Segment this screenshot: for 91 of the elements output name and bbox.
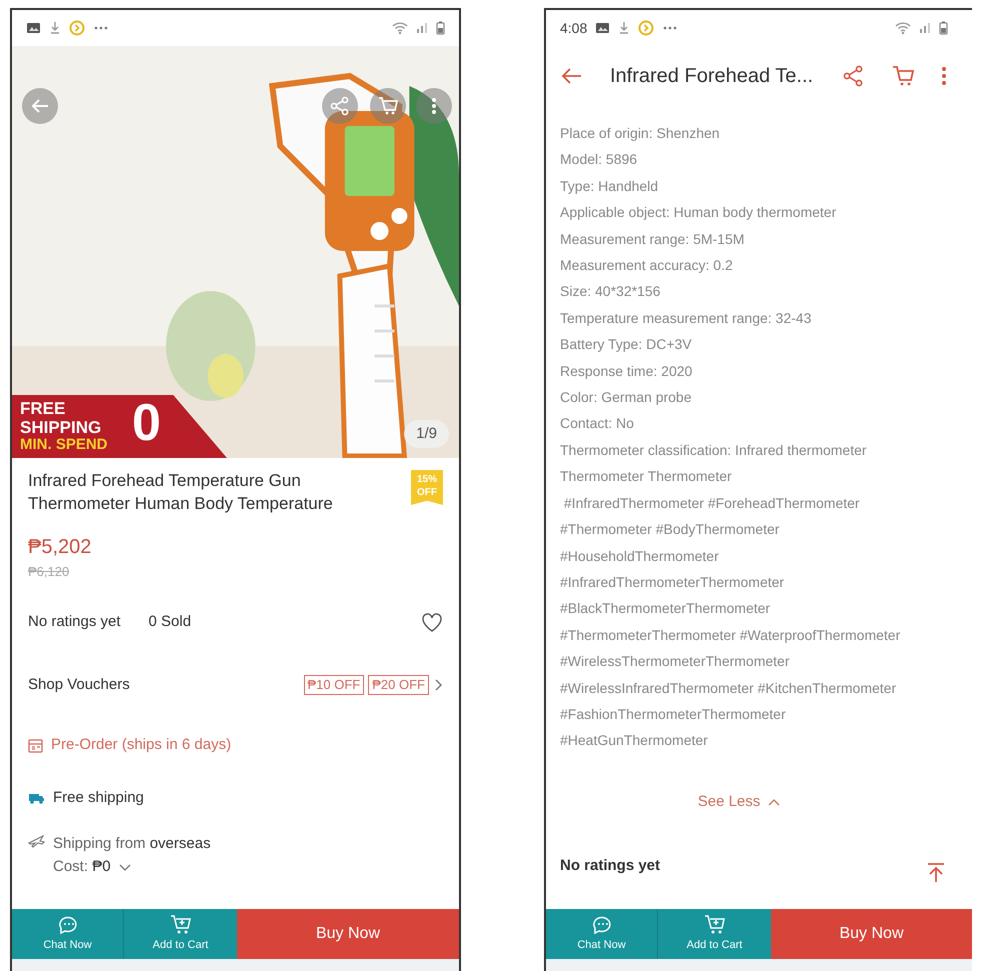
airplane-icon — [28, 833, 45, 848]
wifi-icon — [895, 21, 911, 35]
sold-count: 0 Sold — [148, 612, 192, 632]
buy-now-button[interactable]: Buy Now — [771, 909, 972, 959]
chat-icon — [590, 914, 612, 936]
spec-line: Contact: No — [560, 414, 635, 434]
signal-icon — [919, 21, 931, 35]
spec-line: #HouseholdThermometer — [560, 546, 720, 566]
spec-line: Color: German probe — [560, 388, 693, 408]
spec-line: #InfraredThermometer #ForeheadThermometer — [562, 494, 861, 513]
buy-now-button[interactable]: Buy Now — [237, 909, 459, 959]
play-circle-icon — [69, 20, 85, 36]
spec-line: #InfraredThermometerThermometer — [560, 572, 786, 592]
spec-line: Applicable object: Human body thermometer — [560, 203, 838, 222]
cart-icon — [378, 96, 398, 116]
spec-line: #BlackThermometerThermometer — [560, 599, 772, 618]
more-icon — [942, 67, 946, 85]
heart-icon — [421, 612, 443, 634]
download-icon — [618, 21, 630, 35]
discount-badge: 15% OFF — [411, 470, 443, 505]
spec-line: #HeatGunThermometer — [560, 731, 709, 750]
product-title: Infrared Forehead Temperature Gun Thermometer Human Body Temperature — [28, 470, 334, 515]
arrow-up-icon — [926, 862, 946, 884]
wifi-icon — [392, 21, 408, 35]
share-button[interactable] — [842, 65, 864, 87]
banner-text: FREE — [20, 400, 66, 417]
spec-line: Place of origin: Shenzhen — [560, 124, 721, 143]
cart-button[interactable] — [370, 88, 406, 124]
page-title: Infrared Forehead Te... — [609, 64, 814, 89]
spec-line: Thermometer classification: Infrared thermometer — [560, 440, 868, 460]
shop-vouchers-label: Shop Vouchers — [28, 674, 131, 695]
share-button[interactable] — [322, 88, 358, 124]
chevron-down-icon — [118, 862, 131, 872]
spec-line: Response time: 2020 — [560, 362, 694, 381]
favorite-button[interactable] — [421, 612, 443, 634]
more-button[interactable] — [942, 67, 946, 85]
download-icon — [49, 21, 61, 35]
signal-icon — [416, 21, 428, 35]
scroll-to-top-button[interactable] — [926, 862, 946, 884]
shipping-origin-text: Shipping from overseas — [53, 834, 211, 854]
chat-now-button[interactable]: Chat Now — [546, 909, 658, 959]
ratings-text: No ratings yet — [28, 612, 121, 632]
price: ₱5,202 — [28, 534, 92, 560]
banner-text: MIN. SPEND — [20, 437, 108, 452]
cart-plus-icon — [704, 914, 726, 936]
pre-order-text: Pre-Order (ships in 6 days) — [51, 735, 232, 756]
shop-vouchers-row[interactable]: Shop Vouchers ₱10 OFF ₱20 OFF — [28, 674, 443, 696]
spec-line: Size: 40*32*156 — [560, 282, 662, 302]
add-to-cart-button[interactable]: Add to Cart — [658, 909, 771, 959]
more-button[interactable] — [416, 88, 452, 124]
spec-line: Model: 5896 — [560, 150, 638, 170]
spec-line: Thermometer Thermometer — [560, 467, 733, 486]
ratings-heading: No ratings yet — [560, 856, 662, 876]
spec-line: Measurement range: 5M-15M — [560, 230, 746, 249]
voucher-tag: ₱10 OFF — [304, 675, 364, 696]
original-price: ₱6,120 — [28, 562, 70, 581]
cart-plus-icon — [170, 914, 192, 936]
spec-line: #FashionThermometerThermometer — [560, 704, 787, 724]
chevron-right-icon — [433, 678, 443, 692]
shipping-cost-dropdown[interactable]: Cost: ₱0 — [53, 856, 211, 878]
battery-icon — [436, 21, 445, 35]
free-shipping-text: Free shipping — [53, 788, 144, 808]
battery-icon — [939, 21, 948, 35]
calendar-icon — [28, 738, 43, 754]
status-time: 4:08 — [560, 18, 588, 38]
more-icon — [432, 98, 436, 114]
back-button[interactable] — [22, 88, 58, 124]
spec-line: Measurement accuracy: 0.2 — [560, 256, 734, 276]
share-icon — [330, 96, 350, 116]
voucher-tag: ₱20 OFF — [368, 675, 429, 696]
banner-amount: 0 — [132, 397, 161, 449]
see-less-button[interactable]: See Less — [692, 790, 786, 814]
spec-line: Battery Type: DC+3V — [560, 335, 693, 354]
truck-icon — [28, 791, 45, 806]
chat-icon — [56, 914, 78, 936]
spec-line: #WirelessInfraredThermometer #KitchenThermometer — [560, 678, 898, 698]
spec-line: Temperature measurement range: 32-43 — [560, 308, 812, 328]
add-to-cart-button[interactable]: Add to Cart — [124, 909, 237, 959]
share-icon — [842, 65, 864, 87]
banner-text: SHIPPING — [20, 419, 102, 436]
cart-icon — [892, 65, 914, 87]
chat-now-button[interactable]: Chat Now — [12, 909, 124, 959]
spec-line: Type: Handheld — [560, 176, 660, 196]
play-circle-icon — [638, 20, 654, 36]
gallery-icon — [595, 21, 610, 35]
spec-line: #WirelessThermometerThermometer — [560, 652, 790, 672]
cart-button[interactable] — [892, 65, 914, 87]
spec-line: #ThermometerThermometer #WaterproofThermometer — [560, 626, 902, 645]
gallery-icon — [26, 21, 41, 35]
chevron-up-icon — [768, 798, 780, 806]
spec-line: #Thermometer #BodyThermometer — [560, 520, 780, 540]
